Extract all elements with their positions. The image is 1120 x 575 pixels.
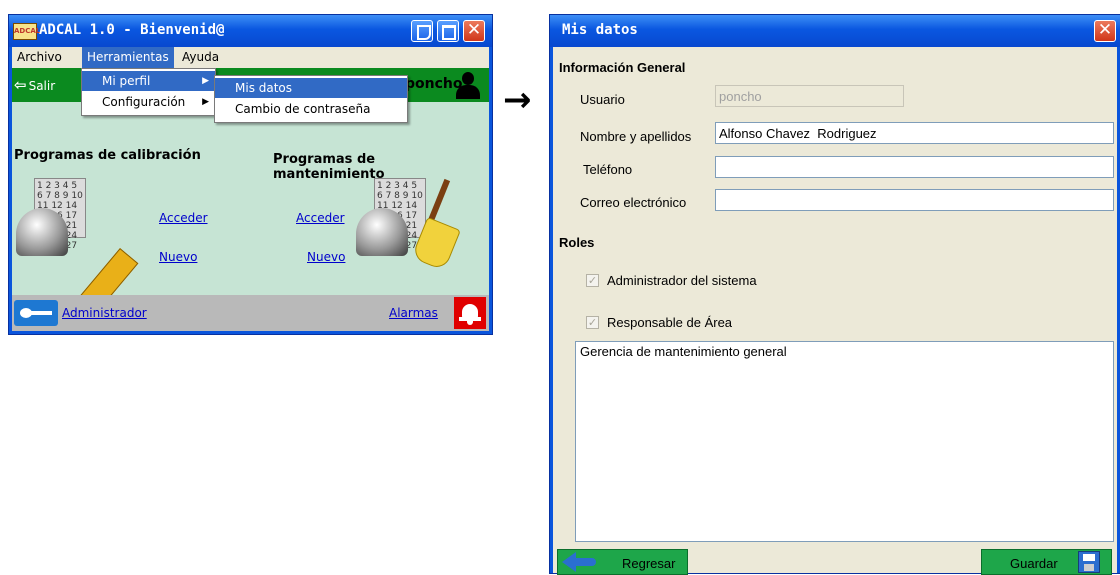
roles-section-heading: Roles <box>559 235 595 250</box>
menu-ayuda[interactable]: Ayuda <box>177 47 224 68</box>
menu-item-configuracion[interactable]: Configuración ▶ <box>82 92 215 112</box>
submenu-arrow-icon: ▶ <box>202 97 209 107</box>
user-avatar-icon <box>456 72 480 99</box>
main-window-titlebar[interactable]: ADCAL ADCAL 1.0 - Bienvenid@ ✕ <box>9 15 492 47</box>
mis-datos-titlebar[interactable]: Mis datos ✕ <box>550 15 1120 47</box>
area-role-checkbox[interactable]: ✓ <box>586 316 599 329</box>
area-role-label: Responsable de Área <box>607 315 733 330</box>
menu-item-label: Mi perfil <box>102 74 151 88</box>
maintenance-new-link[interactable]: Nuevo <box>307 250 345 264</box>
usuario-label: Usuario <box>580 92 625 107</box>
app-logo-icon: ADCAL <box>13 23 40 40</box>
gauge-icon <box>16 208 68 256</box>
minimize-button[interactable] <box>411 20 433 42</box>
general-section-heading: Información General <box>559 60 686 75</box>
save-button[interactable]: Guardar <box>981 549 1112 575</box>
menubar: Archivo Herramientas Ayuda <box>12 47 489 68</box>
mis-datos-window: Mis datos ✕ Información General Usuario … <box>549 14 1120 575</box>
maintenance-illustration-icon: 1 2 3 4 5 6 7 8 9 10 11 12 14 15 16 17 1… <box>356 178 466 272</box>
minimize-icon <box>417 25 431 40</box>
close-icon: ✕ <box>1097 20 1113 40</box>
telefono-label: Teléfono <box>583 162 633 177</box>
submenu-arrow-icon: ▶ <box>202 76 209 86</box>
mis-datos-form: Información General Usuario Nombre y ape… <box>553 47 1117 575</box>
exit-button[interactable]: ⇦ Salir <box>14 76 55 94</box>
close-button[interactable]: ✕ <box>463 20 485 42</box>
alarms-link[interactable]: Alarmas <box>389 306 438 320</box>
maximize-icon <box>442 25 456 40</box>
form-footer: Regresar Guardar <box>553 545 1117 575</box>
maintenance-access-link[interactable]: Acceder <box>296 211 345 225</box>
main-window-title: ADCAL 1.0 - Bienvenid@ <box>39 22 225 38</box>
mi-perfil-submenu: Mis datos Cambio de contraseña <box>214 75 408 123</box>
username-label: poncho <box>405 76 463 92</box>
footer-bar: Administrador Alarmas <box>12 295 489 331</box>
menu-item-cambio-contrasena[interactable]: Cambio de contraseña <box>215 99 407 119</box>
maximize-button[interactable] <box>437 20 459 42</box>
floppy-disk-icon <box>1078 551 1100 573</box>
back-arrow-icon <box>562 552 598 572</box>
menu-item-mis-datos[interactable]: Mis datos <box>215 78 407 98</box>
administrator-link[interactable]: Administrador <box>62 306 147 320</box>
main-window: ADCAL ADCAL 1.0 - Bienvenid@ ✕ Archivo H… <box>8 14 493 335</box>
mis-datos-title: Mis datos <box>562 22 638 38</box>
gauge-icon <box>356 208 408 256</box>
correo-label: Correo electrónico <box>580 195 687 210</box>
close-icon: ✕ <box>466 20 482 40</box>
usuario-field <box>715 85 904 107</box>
menu-item-label: Configuración <box>102 95 186 109</box>
menu-herramientas[interactable]: Herramientas <box>82 47 174 68</box>
key-icon[interactable] <box>14 300 58 326</box>
bell-icon[interactable] <box>454 297 486 329</box>
calibration-new-link[interactable]: Nuevo <box>159 250 197 264</box>
close-button[interactable]: ✕ <box>1094 20 1116 42</box>
nombre-field[interactable] <box>715 122 1114 144</box>
admin-role-label: Administrador del sistema <box>607 273 757 288</box>
back-button[interactable]: Regresar <box>557 549 688 575</box>
admin-role-checkbox[interactable]: ✓ <box>586 274 599 287</box>
menu-archivo[interactable]: Archivo <box>12 47 67 68</box>
arrow-right-icon: → <box>503 80 532 120</box>
exit-label: Salir <box>28 79 56 93</box>
calibration-access-link[interactable]: Acceder <box>159 211 208 225</box>
exit-icon: ⇦ <box>14 76 27 94</box>
nombre-label: Nombre y apellidos <box>580 129 692 144</box>
herramientas-menu: Mi perfil ▶ Configuración ▶ <box>81 68 216 116</box>
correo-field[interactable] <box>715 189 1114 211</box>
back-button-label: Regresar <box>622 556 676 571</box>
save-button-label: Guardar <box>1010 556 1058 571</box>
telefono-field[interactable] <box>715 156 1114 178</box>
calibration-heading: Programas de calibración <box>14 148 201 163</box>
calibration-illustration-icon: 1 2 3 4 5 6 7 8 9 10 11 12 14 15 16 17 1… <box>16 178 139 325</box>
menu-item-mi-perfil[interactable]: Mi perfil ▶ <box>82 71 215 91</box>
area-textarea[interactable]: Gerencia de mantenimiento general <box>575 341 1114 542</box>
